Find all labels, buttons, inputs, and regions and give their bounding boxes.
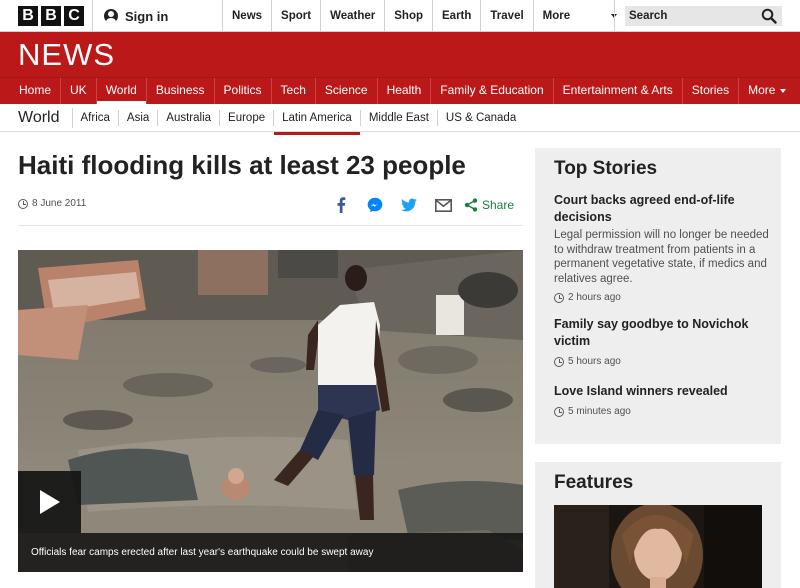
story-timestamp: 5 hours ago <box>554 356 769 367</box>
search-box <box>625 6 782 26</box>
global-nav-travel[interactable]: Travel <box>480 0 532 32</box>
divider <box>614 0 615 32</box>
play-icon <box>39 490 60 514</box>
story-item[interactable]: Family say goodbye to Novichok victim 5 … <box>554 316 769 367</box>
top-stories-title: Top Stories <box>554 158 658 179</box>
global-nav-earth[interactable]: Earth <box>432 0 480 32</box>
bbc-logo[interactable]: B B C <box>18 6 84 26</box>
sign-in-label: Sign in <box>125 8 169 24</box>
article-date: 8 June 2011 <box>18 198 86 209</box>
search-icon[interactable] <box>761 8 777 24</box>
share-label: Share <box>482 198 515 212</box>
features-panel: Features <box>535 462 781 588</box>
story-timestamp: 5 minutes ago <box>554 406 769 417</box>
email-icon[interactable] <box>426 195 460 215</box>
news-banner: NEWS <box>0 32 800 77</box>
story-summary: Legal permission will no longer be neede… <box>554 229 769 285</box>
article-date-text: 8 June 2011 <box>32 198 87 209</box>
story-time-text: 5 minutes ago <box>568 406 631 417</box>
share-icon <box>464 198 478 212</box>
news-nav-politics[interactable]: Politics <box>215 78 272 104</box>
section-title[interactable]: World <box>18 107 73 128</box>
article-headline: Haiti flooding kills at least 23 people <box>18 150 466 180</box>
global-nav-more-label: More <box>542 10 571 22</box>
story-timestamp: 2 hours ago <box>554 292 769 303</box>
global-nav-sport[interactable]: Sport <box>271 0 320 32</box>
story-headline[interactable]: Family say goodbye to Novichok victim <box>554 316 769 350</box>
chevron-down-icon <box>780 88 787 93</box>
section-nav-europe[interactable]: Europe <box>220 109 275 126</box>
section-nav-asia[interactable]: Asia <box>119 109 159 126</box>
share-button[interactable]: Share <box>464 198 514 212</box>
section-nav-us-canada[interactable]: US & Canada <box>438 110 524 126</box>
section-nav-africa[interactable]: Africa <box>73 109 119 126</box>
messenger-icon[interactable] <box>358 195 392 215</box>
features-title: Features <box>554 472 634 493</box>
video-caption: Officials fear camps erected after last … <box>18 533 523 572</box>
logo-letter: B <box>18 6 38 26</box>
share-tools: Share <box>324 195 514 215</box>
news-nav-uk[interactable]: UK <box>61 78 97 104</box>
news-nav-home[interactable]: Home <box>10 78 62 104</box>
news-nav-more-label: More <box>748 83 776 97</box>
video-still-image <box>18 250 523 572</box>
story-headline[interactable]: Love Island winners revealed <box>554 383 769 400</box>
global-nav-news[interactable]: News <box>222 0 271 32</box>
global-header: B B C Sign in News Sport Weather Shop Ea… <box>0 0 800 32</box>
video-player[interactable]: Officials fear camps erected after last … <box>18 250 523 572</box>
story-item[interactable]: Love Island winners revealed 5 minutes a… <box>554 383 769 417</box>
global-nav: News Sport Weather Shop Earth Travel Mor… <box>222 0 626 32</box>
section-nav-latin-america[interactable]: Latin America <box>274 109 361 135</box>
story-time-text: 5 hours ago <box>568 356 621 367</box>
news-logo[interactable]: NEWS <box>18 37 115 72</box>
section-nav-middle-east[interactable]: Middle East <box>361 109 438 126</box>
global-nav-more[interactable]: More <box>532 0 626 32</box>
news-nav-world[interactable]: World <box>96 78 147 104</box>
news-nav-science[interactable]: Science <box>316 78 378 104</box>
play-button[interactable] <box>18 471 81 533</box>
twitter-icon[interactable] <box>392 195 426 215</box>
top-stories-panel: Top Stories Court backs agreed end-of-li… <box>535 148 781 444</box>
global-nav-shop[interactable]: Shop <box>384 0 432 32</box>
user-icon <box>104 9 118 23</box>
logo-letter: B <box>41 6 61 26</box>
story-time-text: 2 hours ago <box>568 292 621 303</box>
news-nav-more[interactable]: More <box>739 78 795 104</box>
feature-image[interactable] <box>554 505 762 588</box>
section-nav: World Africa Asia Australia Europe Latin… <box>0 104 800 135</box>
section-nav-australia[interactable]: Australia <box>158 109 221 126</box>
news-nav-tech[interactable]: Tech <box>272 78 316 104</box>
article-divider <box>18 225 523 226</box>
facebook-icon[interactable] <box>324 195 358 215</box>
clock-icon <box>18 198 28 209</box>
clock-icon <box>554 406 564 417</box>
story-headline[interactable]: Court backs agreed end-of-life decisions <box>554 192 769 226</box>
clock-icon <box>554 356 564 367</box>
news-nav-health[interactable]: Health <box>378 78 432 104</box>
sign-in-link[interactable]: Sign in <box>104 0 168 32</box>
news-nav-family-education[interactable]: Family & Education <box>431 78 554 104</box>
search-input[interactable] <box>629 10 757 22</box>
clock-icon <box>554 292 564 303</box>
news-nav: Home UK World Business Politics Tech Sci… <box>0 77 800 104</box>
story-item[interactable]: Court backs agreed end-of-life decisions… <box>554 192 769 303</box>
global-nav-weather[interactable]: Weather <box>320 0 384 32</box>
logo-letter: C <box>64 6 84 26</box>
divider <box>92 0 93 32</box>
news-nav-stories[interactable]: Stories <box>683 78 740 104</box>
news-nav-business[interactable]: Business <box>147 78 215 104</box>
feature-portrait-image <box>554 505 762 588</box>
news-nav-entertainment-arts[interactable]: Entertainment & Arts <box>554 78 683 104</box>
